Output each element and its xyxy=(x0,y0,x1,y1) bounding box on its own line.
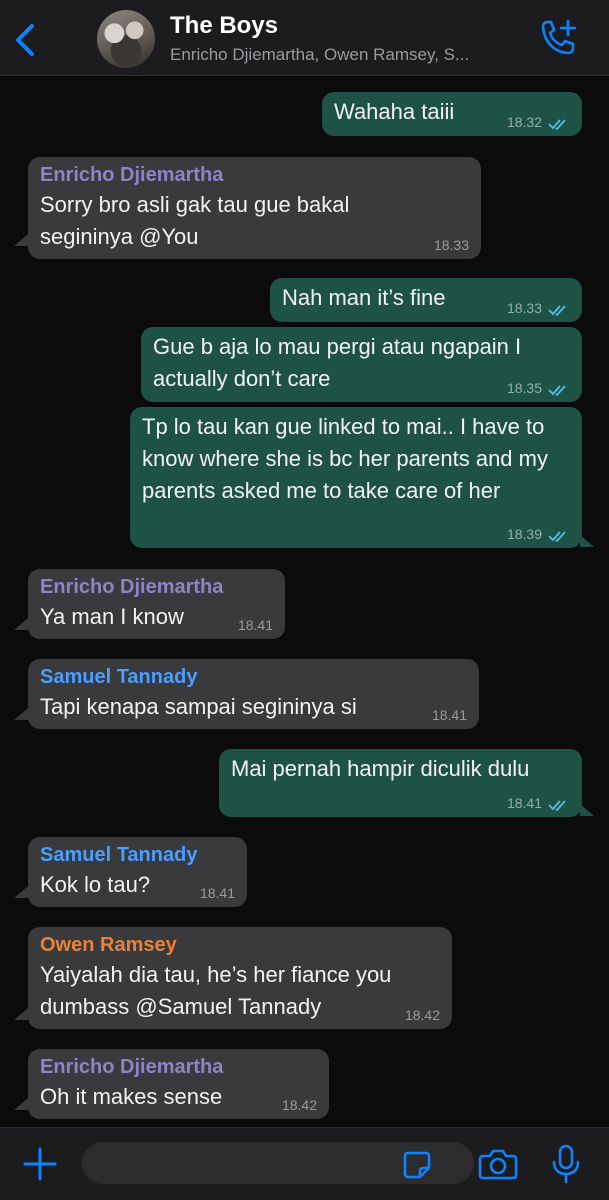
sender-name[interactable]: Enricho Djiemartha xyxy=(40,573,273,601)
double-check-icon xyxy=(548,800,566,812)
message-time: 18.42 xyxy=(404,1007,440,1023)
bubble-tail xyxy=(580,804,594,816)
message-time: 18.33 xyxy=(506,300,542,316)
message-text: Yaiyalah dia tau, he’s her fiance you du… xyxy=(40,962,392,1019)
bubble-tail xyxy=(14,708,28,720)
message-outgoing[interactable]: Mai pernah hampir diculik dulu 18.41 xyxy=(219,749,582,817)
message-time: 18.42 xyxy=(281,1097,317,1113)
message-text: Tapi kenapa sampai segininya si xyxy=(40,694,357,719)
chat-members[interactable]: Enricho Djiemartha, Owen Ramsey, S... xyxy=(170,45,530,65)
chat-title[interactable]: The Boys xyxy=(170,12,278,40)
bubble-tail xyxy=(14,886,28,898)
sender-name[interactable]: Samuel Tannady xyxy=(40,663,467,691)
message-incoming[interactable]: Samuel Tannady Kok lo tau? 18.41 xyxy=(28,837,247,907)
microphone-icon[interactable] xyxy=(551,1144,581,1184)
double-check-icon xyxy=(548,385,566,397)
sender-name[interactable]: Samuel Tannady xyxy=(40,841,235,869)
message-text: Tp lo tau kan gue linked to mai.. I have… xyxy=(142,414,548,503)
message-time: 18.41 xyxy=(431,707,467,723)
double-check-icon xyxy=(548,531,566,543)
message-incoming[interactable]: Samuel Tannady Tapi kenapa sampai segini… xyxy=(28,659,479,729)
group-avatar[interactable] xyxy=(97,10,155,68)
sender-name[interactable]: Enricho Djiemartha xyxy=(40,161,469,189)
plus-icon[interactable] xyxy=(22,1146,58,1182)
message-time: 18.39 xyxy=(506,526,542,542)
message-incoming[interactable]: Enricho Djiemartha Oh it makes sense 18.… xyxy=(28,1049,329,1119)
double-check-icon xyxy=(548,305,566,317)
bubble-tail xyxy=(14,1008,28,1020)
camera-icon[interactable] xyxy=(478,1148,518,1180)
message-list[interactable]: Wahaha taiii 18.32 Enricho Djiemartha So… xyxy=(0,77,609,1127)
message-incoming[interactable]: Owen Ramsey Yaiyalah dia tau, he’s her f… xyxy=(28,927,452,1029)
message-text: Mai pernah hampir diculik dulu xyxy=(231,756,530,781)
bubble-tail xyxy=(14,1098,28,1110)
bubble-tail xyxy=(14,618,28,630)
message-outgoing[interactable]: Wahaha taiii 18.32 xyxy=(322,92,582,136)
message-time: 18.35 xyxy=(506,380,542,396)
chevron-left-icon[interactable] xyxy=(12,22,40,58)
double-check-icon xyxy=(548,119,566,131)
message-outgoing[interactable]: Gue b aja lo mau pergi atau ngapain I ac… xyxy=(141,327,582,402)
message-text: Oh it makes sense xyxy=(40,1084,223,1109)
bubble-tail xyxy=(14,234,28,246)
message-incoming[interactable]: Enricho Djiemartha Sorry bro asli gak ta… xyxy=(28,157,481,259)
composer-bar xyxy=(0,1127,609,1200)
message-time: 18.33 xyxy=(433,237,469,253)
message-outgoing[interactable]: Nah man it’s fine 18.33 xyxy=(270,278,582,322)
bubble-tail xyxy=(580,535,594,547)
sender-name[interactable]: Enricho Djiemartha xyxy=(40,1053,317,1081)
message-time: 18.41 xyxy=(506,795,542,811)
sender-name[interactable]: Owen Ramsey xyxy=(40,931,440,959)
message-time: 18.41 xyxy=(199,885,235,901)
sticker-icon[interactable] xyxy=(402,1150,432,1180)
add-call-icon[interactable] xyxy=(537,18,579,58)
chat-header: The Boys Enricho Djiemartha, Owen Ramsey… xyxy=(0,0,609,76)
message-time: 18.32 xyxy=(506,114,542,130)
message-incoming[interactable]: Enricho Djiemartha Ya man I know 18.41 xyxy=(28,569,285,639)
message-outgoing[interactable]: Tp lo tau kan gue linked to mai.. I have… xyxy=(130,407,582,548)
message-time: 18.41 xyxy=(237,617,273,633)
message-text: Sorry bro asli gak tau gue bakal seginin… xyxy=(40,192,350,249)
